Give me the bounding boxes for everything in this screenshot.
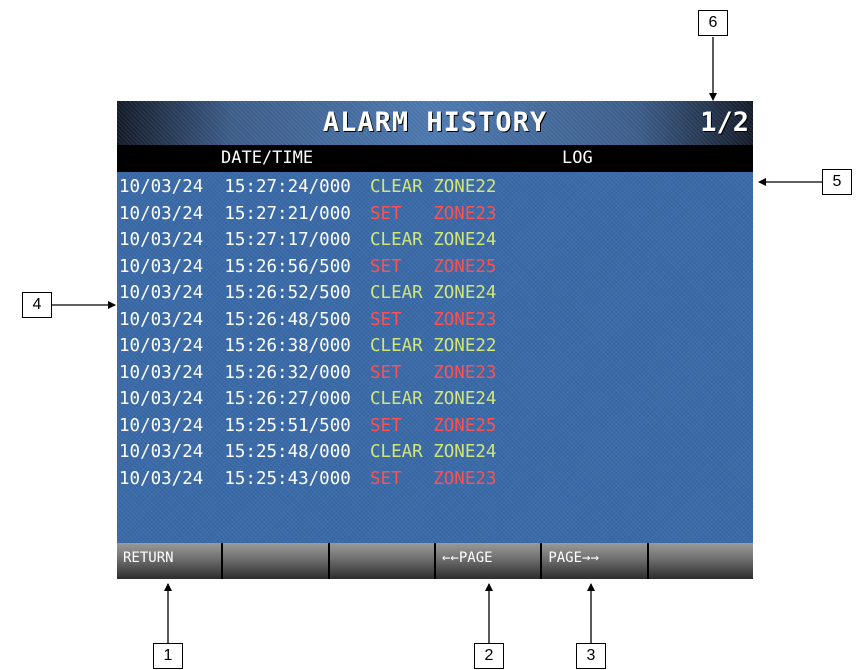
callout-label-2: 2 [474, 643, 504, 669]
callout-arrows [52, 37, 822, 643]
callout-label-5: 5 [822, 169, 852, 195]
callout-label-1: 1 [153, 643, 183, 669]
callout-label-4: 4 [22, 292, 52, 318]
callout-label-6: 6 [698, 10, 728, 36]
callout-label-3: 3 [576, 643, 606, 669]
